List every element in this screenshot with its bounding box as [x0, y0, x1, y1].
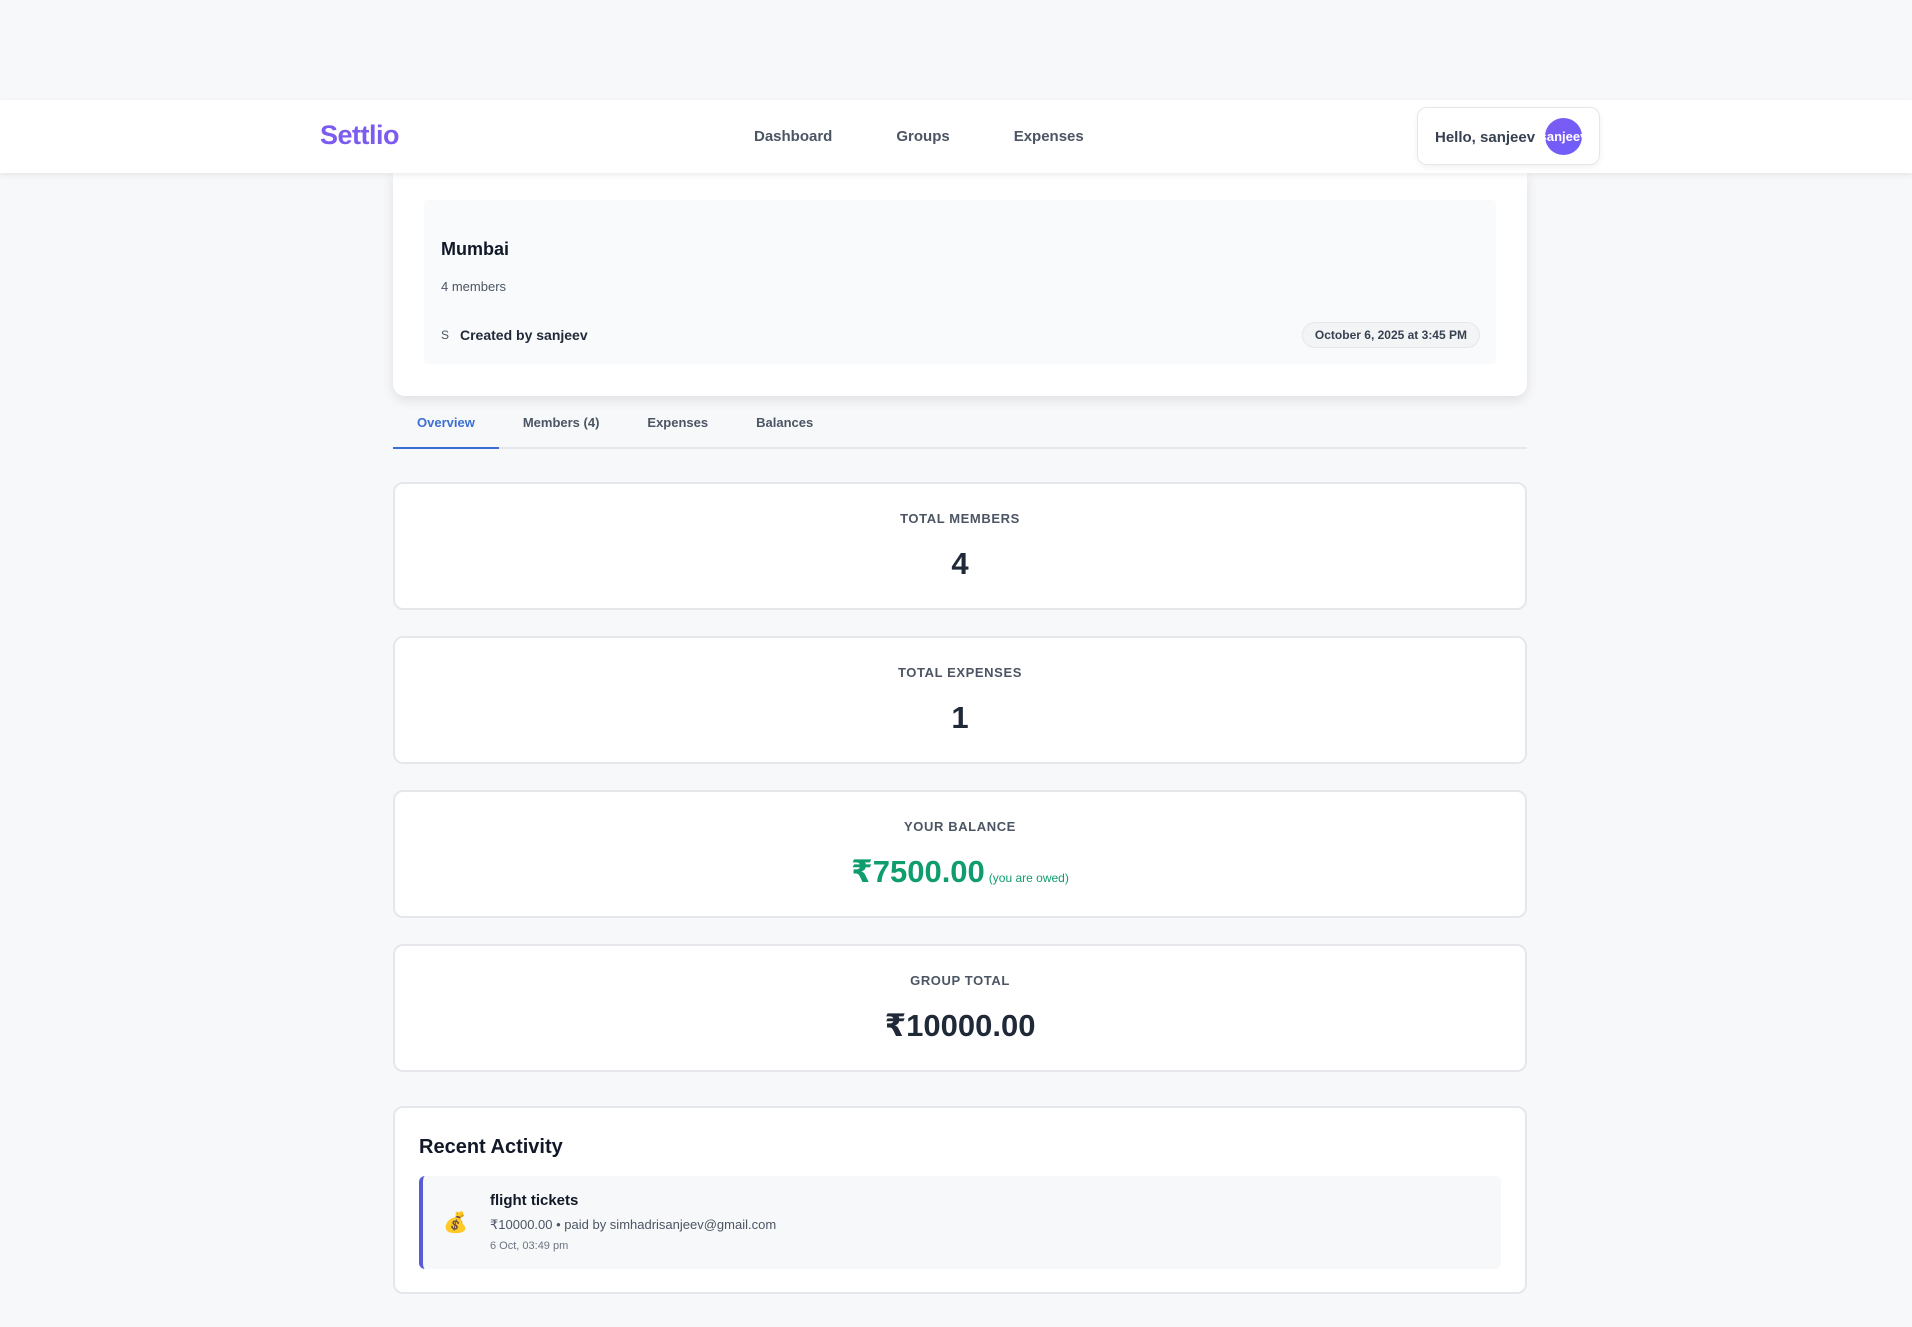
- stat-label: Total Expenses: [898, 665, 1022, 680]
- group-header-card: Mumbai 4 members S Created by sanjeev Oc…: [393, 173, 1527, 396]
- group-member-count: 4 members: [441, 279, 507, 294]
- balance-amount: ₹7500.00: [851, 854, 985, 889]
- user-greeting: Hello, sanjeev: [1435, 129, 1536, 146]
- activity-time: 6 Oct, 03:49 pm: [490, 1240, 569, 1252]
- tab-overview[interactable]: Overview: [393, 400, 499, 449]
- money-bag-icon: 💰: [443, 1212, 468, 1234]
- stat-card-total-members: Total Members 4: [393, 482, 1527, 610]
- nav-link-dashboard[interactable]: Dashboard: [754, 128, 832, 145]
- tab-expenses[interactable]: Expenses: [623, 400, 732, 449]
- stat-label: Your Balance: [904, 819, 1016, 834]
- recent-activity-title: Recent Activity: [419, 1136, 563, 1158]
- brand-logo[interactable]: Settlio: [320, 120, 400, 151]
- user-menu[interactable]: Hello, sanjeev sanjeev: [1417, 107, 1600, 165]
- balance-note: (you are owed): [988, 871, 1069, 885]
- activity-name: flight tickets: [490, 1192, 579, 1209]
- tab-balances[interactable]: Balances: [732, 400, 837, 449]
- stat-label: Group Total: [910, 973, 1010, 988]
- stat-value-wrap: ₹7500.00 (you are owed): [395, 854, 1525, 890]
- recent-activity-card: Recent Activity 💰 flight tickets ₹10000.…: [393, 1106, 1527, 1294]
- tab-members[interactable]: Members (4): [499, 400, 624, 449]
- activity-detail: ₹10000.00 • paid by simhadrisanjeev@gmai…: [490, 1217, 777, 1232]
- created-by-label: Created by sanjeev: [460, 327, 588, 343]
- activity-item[interactable]: 💰 flight tickets ₹10000.00 • paid by sim…: [419, 1176, 1501, 1269]
- avatar[interactable]: sanjeev: [1545, 118, 1582, 155]
- stat-card-your-balance: Your Balance ₹7500.00 (you are owed): [393, 790, 1527, 918]
- stat-value: 1: [951, 700, 969, 735]
- group-name: Mumbai: [441, 239, 510, 259]
- stat-value: ₹10000.00: [884, 1008, 1036, 1043]
- stat-value: 4: [951, 546, 969, 581]
- creator-initial: S: [441, 328, 450, 342]
- group-tabs: Overview Members (4) Expenses Balances: [393, 400, 1527, 449]
- nav-links: Dashboard Groups Expenses: [754, 128, 1148, 145]
- nav-link-groups[interactable]: Groups: [896, 128, 949, 145]
- stat-card-group-total: Group Total ₹10000.00: [393, 944, 1527, 1072]
- nav-link-expenses[interactable]: Expenses: [1014, 128, 1084, 145]
- stat-label: Total Members: [900, 511, 1020, 526]
- created-date-badge: October 6, 2025 at 3:45 PM: [1301, 322, 1480, 348]
- stat-card-total-expenses: Total Expenses 1: [393, 636, 1527, 764]
- group-info: Mumbai 4 members S Created by sanjeev Oc…: [424, 200, 1496, 364]
- top-navbar: Settlio Dashboard Groups Expenses Hello,…: [0, 100, 1912, 173]
